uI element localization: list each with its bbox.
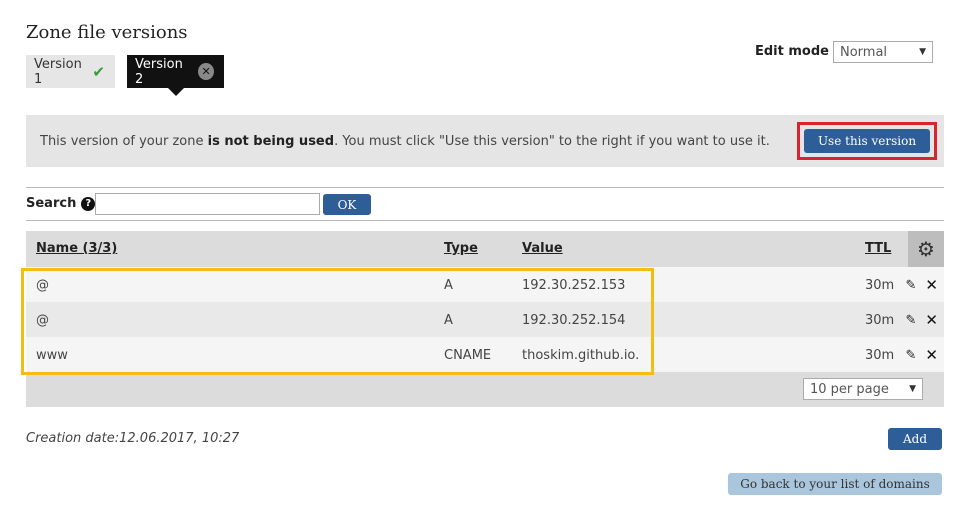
divider	[26, 187, 944, 188]
record-name: @	[36, 313, 49, 328]
chevron-down-icon: ▼	[919, 47, 926, 57]
column-header-name[interactable]: Name (3/3)	[36, 241, 117, 256]
table-row: @ A 192.30.252.153 30m ✎ ✕	[26, 267, 944, 302]
search-ok-button[interactable]: OK	[323, 194, 371, 215]
table-header: Name (3/3) Type Value TTL ⚙	[26, 231, 944, 267]
table-row: @ A 192.30.252.154 30m ✎ ✕	[26, 302, 944, 337]
table-footer: 10 per page ▼	[26, 372, 944, 407]
edit-mode-value: Normal	[840, 44, 888, 60]
record-type: A	[444, 278, 453, 293]
chevron-down-icon: ▼	[909, 384, 916, 394]
search-label: Search ?	[26, 196, 96, 211]
help-icon[interactable]: ?	[81, 196, 96, 211]
notice-text: This version of your zone is not being u…	[40, 133, 770, 149]
record-value: 192.30.252.153	[522, 278, 626, 293]
back-to-domains-button[interactable]: Go back to your list of domains	[728, 473, 942, 495]
close-icon[interactable]: ✕	[198, 63, 214, 80]
per-page-value: 10 per page	[810, 381, 889, 397]
edit-mode-label: Edit mode	[755, 44, 829, 59]
record-name: @	[36, 278, 49, 293]
edit-pencil-icon[interactable]: ✎	[906, 348, 917, 363]
record-ttl: 30m	[865, 313, 895, 328]
column-header-type[interactable]: Type	[444, 241, 478, 256]
search-input[interactable]	[95, 193, 320, 215]
record-ttl: 30m	[865, 348, 895, 363]
column-header-value[interactable]: Value	[522, 241, 563, 256]
edit-pencil-icon[interactable]: ✎	[906, 313, 917, 328]
record-ttl: 30m	[865, 278, 895, 293]
edit-mode-select[interactable]: Normal ▼	[833, 41, 933, 63]
page-title: Zone file versions	[26, 22, 188, 43]
divider	[26, 220, 944, 221]
dns-records-table: Name (3/3) Type Value TTL ⚙ @ A 192.30.2…	[26, 231, 944, 407]
tab-version-2-label: Version 2	[135, 56, 183, 87]
delete-icon[interactable]: ✕	[925, 346, 938, 364]
record-name: www	[36, 348, 68, 363]
record-value: 192.30.252.154	[522, 313, 626, 328]
tab-version-2[interactable]: Version 2 ✕	[127, 55, 224, 96]
record-type: CNAME	[444, 348, 492, 363]
use-this-version-button[interactable]: Use this version	[804, 129, 930, 153]
creation-date: Creation date:12.06.2017, 10:27	[26, 431, 240, 446]
add-record-button[interactable]: Add	[888, 428, 942, 450]
gear-icon[interactable]: ⚙	[908, 231, 944, 267]
table-row: www CNAME thoskim.github.io. 30m ✎ ✕	[26, 337, 944, 372]
use-version-highlight: Use this version	[797, 122, 937, 160]
edit-pencil-icon[interactable]: ✎	[906, 278, 917, 293]
checkmark-icon: ✔	[92, 62, 105, 81]
tab-version-1[interactable]: Version 1 ✔	[26, 55, 115, 88]
per-page-select[interactable]: 10 per page ▼	[803, 378, 923, 400]
record-value: thoskim.github.io.	[522, 348, 640, 363]
record-type: A	[444, 313, 453, 328]
delete-icon[interactable]: ✕	[925, 276, 938, 294]
tab-version-1-label: Version 1	[34, 56, 82, 87]
column-header-ttl[interactable]: TTL	[865, 241, 891, 256]
delete-icon[interactable]: ✕	[925, 311, 938, 329]
